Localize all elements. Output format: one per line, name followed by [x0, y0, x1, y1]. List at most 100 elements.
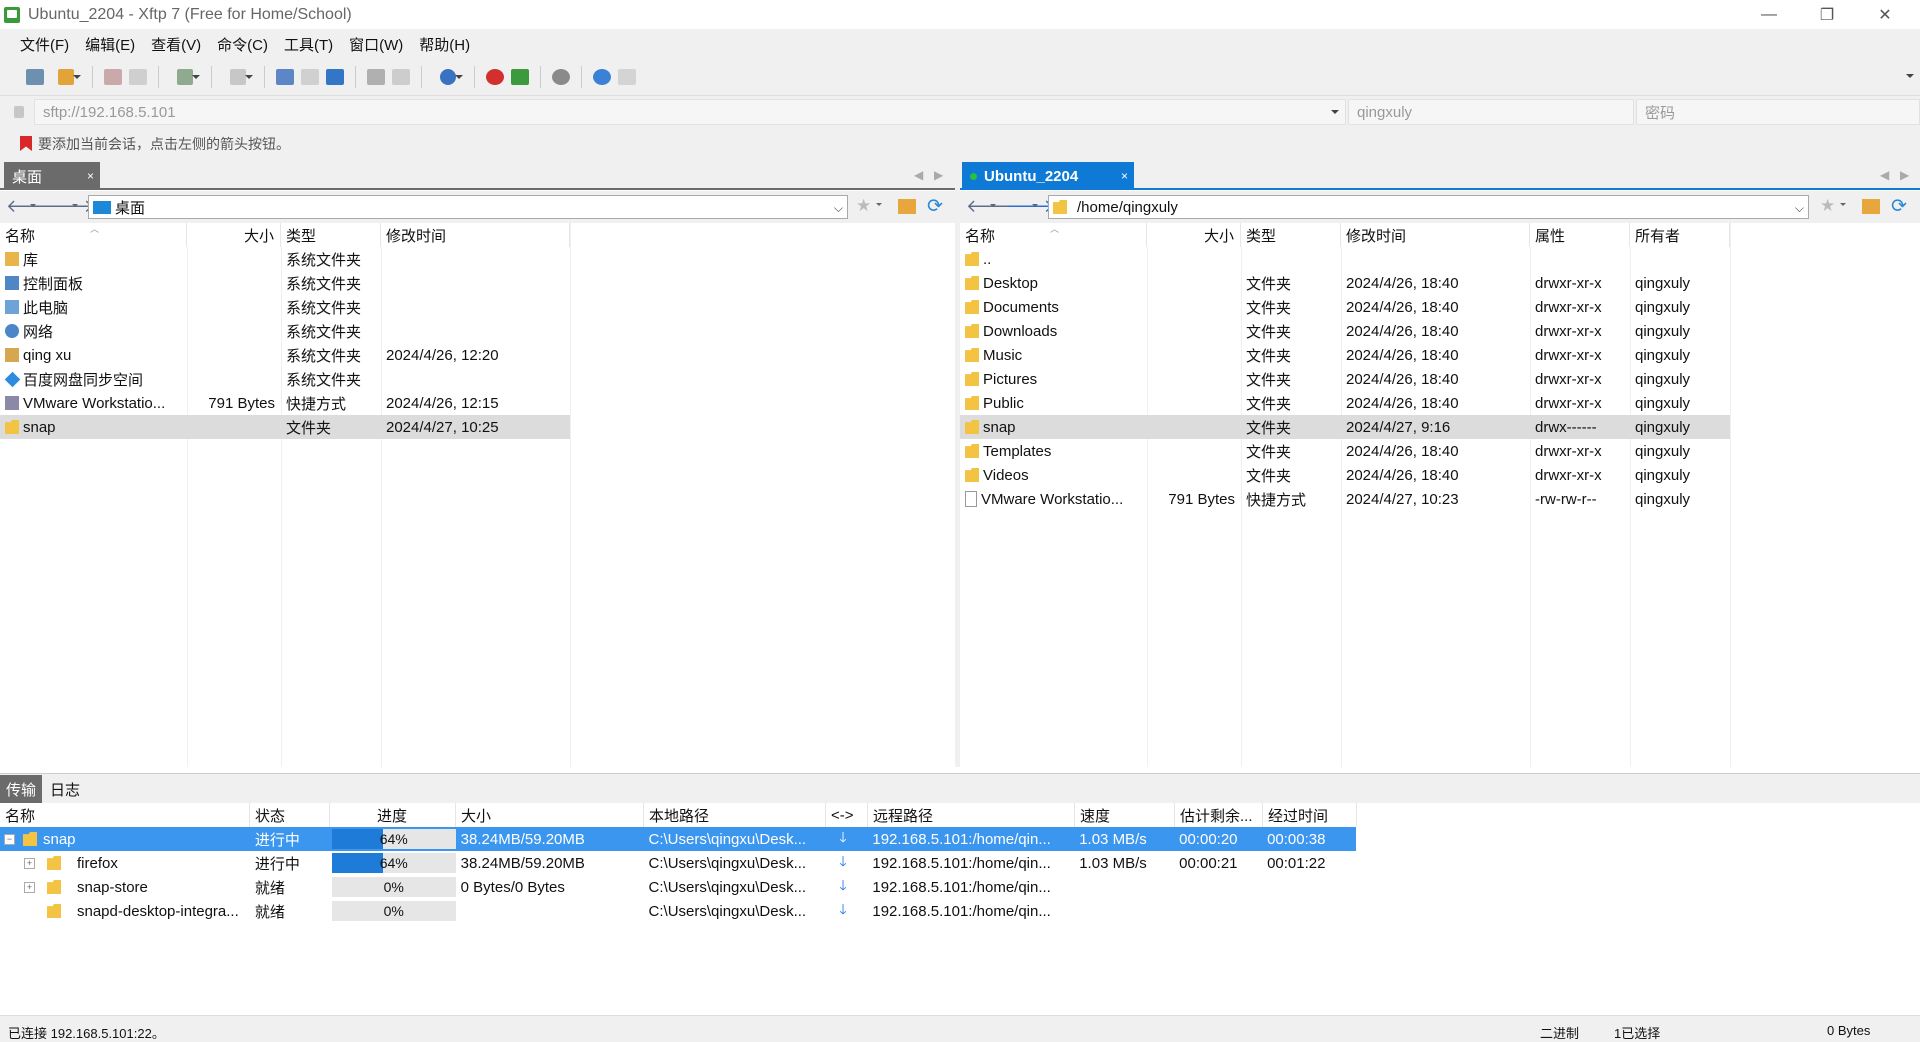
- column-header-modified[interactable]: 修改时间: [381, 223, 570, 247]
- disconnect-icon[interactable]: [127, 66, 149, 88]
- restore-button[interactable]: ❐: [1798, 0, 1856, 29]
- file-row[interactable]: Music 文件夹 2024/4/26, 18:40 drwxr-xr-x qingxu…: [960, 343, 1730, 367]
- tab-next-icon[interactable]: ▶: [1900, 168, 1909, 182]
- expand-icon[interactable]: −: [4, 833, 15, 845]
- minimize-button[interactable]: —: [1740, 0, 1798, 29]
- paste-icon[interactable]: [390, 66, 412, 88]
- file-row[interactable]: Videos 文件夹 2024/4/26, 18:40 drwxr-xr-x qingx…: [960, 463, 1730, 487]
- favorites-dropdown-icon[interactable]: [1840, 203, 1846, 209]
- column-header-name[interactable]: 名称: [0, 803, 250, 827]
- close-tab-icon[interactable]: ×: [87, 169, 94, 183]
- favorites-dropdown-icon[interactable]: [876, 203, 882, 209]
- file-row[interactable]: snap 文件夹 2024/4/27, 9:16 drwx------ qingxuly: [960, 415, 1730, 439]
- view-icon[interactable]: [221, 66, 255, 88]
- file-row[interactable]: ..: [960, 247, 1730, 271]
- column-header-owner[interactable]: 所有者: [1630, 223, 1730, 247]
- file-row[interactable]: Public 文件夹 2024/4/26, 18:40 drwxr-xr-x qingx…: [960, 391, 1730, 415]
- file-row[interactable]: Pictures 文件夹 2024/4/26, 18:40 drwxr-xr-x qin…: [960, 367, 1730, 391]
- password-input[interactable]: 密码: [1636, 99, 1920, 125]
- bookmark-icon[interactable]: [20, 136, 32, 151]
- tab-transfers[interactable]: 传输: [0, 775, 43, 803]
- menu-help[interactable]: 帮助(H): [411, 34, 478, 55]
- tab-prev-icon[interactable]: ◀: [1880, 168, 1889, 182]
- file-row[interactable]: qing xu 系统文件夹 2024/4/26, 12:20: [0, 343, 570, 367]
- download-icon[interactable]: [299, 66, 321, 88]
- column-header-status[interactable]: 状态: [250, 803, 330, 827]
- file-row[interactable]: VMware Workstatio... 791 Bytes 快捷方式 2024/4/…: [960, 487, 1730, 511]
- column-header-remote-path[interactable]: 远程路径: [868, 803, 1075, 827]
- menu-view[interactable]: 查看(V): [143, 34, 209, 55]
- menu-window[interactable]: 窗口(W): [341, 34, 411, 55]
- refresh-icon[interactable]: ⟳: [1891, 195, 1907, 218]
- forward-history-icon[interactable]: [72, 204, 78, 210]
- column-header-speed[interactable]: 速度: [1075, 803, 1175, 827]
- copy-icon[interactable]: [365, 66, 387, 88]
- file-row[interactable]: 网络 系统文件夹: [0, 319, 570, 343]
- transfer-mode[interactable]: 二进制: [1540, 1023, 1579, 1042]
- file-row[interactable]: VMware Workstatio... 791 Bytes 快捷方式 2024/4/…: [0, 391, 570, 415]
- close-button[interactable]: ✕: [1856, 0, 1914, 29]
- tab-local-desktop[interactable]: 桌面 ×: [4, 162, 100, 190]
- column-header-local-path[interactable]: 本地路径: [644, 803, 826, 827]
- column-header-type[interactable]: 类型: [1241, 223, 1341, 247]
- file-row[interactable]: 此电脑 系统文件夹: [0, 295, 570, 319]
- menu-file[interactable]: 文件(F): [12, 34, 77, 55]
- transfer-row[interactable]: + snap-store 就绪 0% 0 Bytes/0 Bytes C:\Users\q…: [0, 875, 1356, 899]
- favorites-star-icon[interactable]: ★: [1820, 196, 1835, 216]
- menu-edit[interactable]: 编辑(E): [77, 34, 143, 55]
- tab-next-icon[interactable]: ▶: [934, 168, 943, 182]
- username-input[interactable]: qingxuly: [1348, 99, 1634, 125]
- refresh-icon[interactable]: ⟳: [927, 195, 943, 218]
- favorites-star-icon[interactable]: ★: [856, 196, 871, 216]
- file-row[interactable]: snap 文件夹 2024/4/27, 10:25: [0, 415, 570, 439]
- sync-icon[interactable]: [324, 66, 346, 88]
- file-row[interactable]: Desktop 文件夹 2024/4/26, 18:40 drwxr-xr-x qing…: [960, 271, 1730, 295]
- column-header-type[interactable]: 类型: [281, 223, 381, 247]
- file-row[interactable]: Documents 文件夹 2024/4/26, 18:40 drwxr-xr-x qi…: [960, 295, 1730, 319]
- back-history-icon[interactable]: [30, 204, 36, 210]
- file-row[interactable]: Templates 文件夹 2024/4/26, 18:40 drwxr-xr-x qi…: [960, 439, 1730, 463]
- file-row[interactable]: Downloads 文件夹 2024/4/26, 18:40 drwxr-xr-x qi…: [960, 319, 1730, 343]
- xftp-icon[interactable]: [509, 66, 531, 88]
- column-header-elapsed[interactable]: 经过时间: [1263, 803, 1357, 827]
- column-header-direction[interactable]: <->: [826, 803, 868, 827]
- host-input[interactable]: sftp://192.168.5.101: [34, 99, 1346, 125]
- upload-icon[interactable]: [274, 66, 296, 88]
- file-row[interactable]: 控制面板 系统文件夹: [0, 271, 570, 295]
- tab-ubuntu-2204[interactable]: Ubuntu_2204 ×: [962, 162, 1134, 190]
- new-window-icon[interactable]: [168, 66, 202, 88]
- column-header-attributes[interactable]: 属性: [1530, 223, 1630, 247]
- back-history-icon[interactable]: [990, 204, 996, 210]
- help-icon[interactable]: [591, 66, 613, 88]
- tab-log[interactable]: 日志: [44, 775, 86, 803]
- column-header-size[interactable]: 大小: [456, 803, 644, 827]
- left-path-input[interactable]: 桌面 ⌵: [88, 195, 848, 219]
- file-row[interactable]: 库 系统文件夹: [0, 247, 570, 271]
- expand-icon[interactable]: +: [24, 881, 35, 893]
- path-dropdown-icon[interactable]: ⌵: [1795, 201, 1804, 216]
- menu-command[interactable]: 命令(C): [209, 34, 276, 55]
- connect-icon[interactable]: [102, 66, 124, 88]
- home-folder-icon[interactable]: [1862, 199, 1880, 214]
- close-tab-icon[interactable]: ×: [1121, 169, 1128, 183]
- gear-icon[interactable]: [550, 66, 572, 88]
- column-header-size[interactable]: 大小: [1147, 223, 1241, 247]
- menu-tools[interactable]: 工具(T): [276, 34, 341, 55]
- right-path-input[interactable]: /home/qingxuly ⌵: [1048, 195, 1809, 219]
- transfer-row[interactable]: − snap 进行中 64% 38.24MB/59.20MB C:\Users\qingx…: [0, 827, 1356, 851]
- forward-history-icon[interactable]: [1032, 204, 1038, 210]
- transfer-row[interactable]: snapd-desktop-integra... 就绪 0% C:\Users\qin…: [0, 899, 1356, 923]
- column-header-eta[interactable]: 估计剩余...: [1175, 803, 1263, 827]
- tab-prev-icon[interactable]: ◀: [914, 168, 923, 182]
- file-row[interactable]: 百度网盘同步空间 系统文件夹: [0, 367, 570, 391]
- open-session-icon[interactable]: [49, 66, 83, 88]
- globe-icon[interactable]: [431, 66, 465, 88]
- column-header-size[interactable]: 大小: [187, 223, 281, 247]
- host-dropdown-icon[interactable]: [1331, 110, 1339, 118]
- toolbar-overflow-icon[interactable]: [1906, 74, 1914, 82]
- xshell-icon[interactable]: [484, 66, 506, 88]
- chat-icon[interactable]: [616, 66, 638, 88]
- home-folder-icon[interactable]: [898, 199, 916, 214]
- path-dropdown-icon[interactable]: ⌵: [834, 201, 843, 216]
- expand-icon[interactable]: +: [24, 857, 35, 869]
